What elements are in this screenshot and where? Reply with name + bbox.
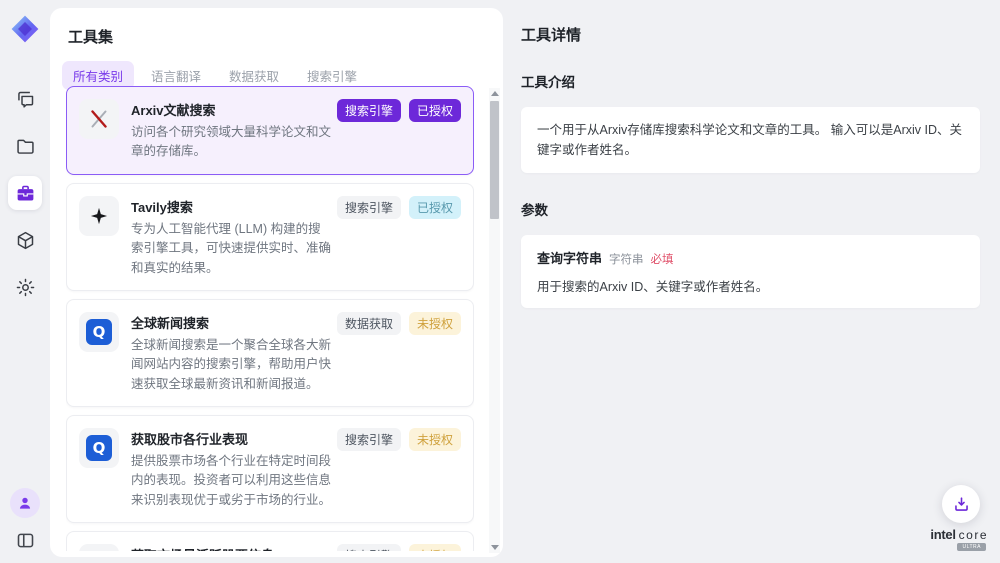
- folder-icon: [15, 136, 36, 157]
- auth-status-badge: 未授权: [409, 544, 461, 551]
- param-required-flag: 必填: [651, 251, 674, 267]
- intel-core-logo: intel core ultra: [930, 527, 988, 551]
- tool-name: 全球新闻搜索: [131, 313, 333, 332]
- panel-toggle[interactable]: [15, 530, 36, 551]
- tool-card[interactable]: Q 获取市场最活跃股票信息 提供当天交易量最高的股票列表，投资者可以利用这些信息…: [66, 531, 474, 551]
- category-badge: 搜索引擎: [337, 544, 401, 551]
- auth-status-badge: 已授权: [409, 99, 461, 122]
- tool-card[interactable]: Arxiv文献搜索 访问各个研究领域大量科学论文和文章的存储库。 搜索引擎 已授…: [66, 86, 474, 175]
- download-button[interactable]: [942, 485, 980, 523]
- tool-name: 获取股市各行业表现: [131, 429, 333, 448]
- tool-detail-panel: 工具详情 工具介绍 一个用于从Arxiv存储库搜索科学论文和文章的工具。 输入可…: [503, 0, 1000, 563]
- category-badge: 搜索引擎: [337, 428, 401, 451]
- tool-card[interactable]: Q 获取股市各行业表现 提供股票市场各个行业在特定时间段内的表现。投资者可以利用…: [66, 415, 474, 523]
- tool-list-panel: 工具集 所有类别语言翻译数据获取搜索引擎 Arxiv文献搜索 访问各个研究领域大…: [50, 8, 503, 557]
- blue-q-icon: Q: [79, 544, 119, 551]
- scroll-down-arrow-icon[interactable]: [491, 545, 499, 550]
- page-title: 工具集: [68, 26, 503, 47]
- auth-status-badge: 未授权: [409, 428, 461, 451]
- tool-description: 访问各个研究领域大量科学论文和文章的存储库。: [131, 123, 333, 162]
- person-icon: [16, 494, 34, 512]
- tool-name: Arxiv文献搜索: [131, 100, 333, 119]
- tool-name: Tavily搜索: [131, 197, 333, 216]
- auth-status-badge: 未授权: [409, 312, 461, 335]
- tool-name: 获取市场最活跃股票信息: [131, 545, 333, 551]
- param-type: 字符串: [609, 251, 644, 267]
- param-card: 查询字符串 字符串 必填 用于搜索的Arxiv ID、关键字或作者姓名。: [521, 235, 980, 308]
- intel-core-text: intel core: [930, 527, 988, 542]
- download-icon: [952, 495, 971, 514]
- intel-wordmark: intel: [930, 527, 955, 542]
- tool-card[interactable]: Q 全球新闻搜索 全球新闻搜索是一个聚合全球各大新闻网站内容的搜索引擎，帮助用户…: [66, 299, 474, 407]
- core-wordmark: core: [959, 528, 988, 542]
- auth-status-badge: 已授权: [409, 196, 461, 219]
- split-panel-icon: [15, 530, 36, 551]
- tool-badges: 搜索引擎 未授权: [337, 544, 461, 551]
- intro-card: 一个用于从Arxiv存储库搜索科学论文和文章的工具。 输入可以是Arxiv ID…: [521, 107, 980, 173]
- scroll-up-arrow-icon[interactable]: [491, 91, 499, 96]
- tool-badges: 搜索引擎 已授权: [337, 196, 461, 219]
- intro-heading: 工具介绍: [521, 71, 980, 91]
- rail-nav: [8, 82, 42, 304]
- toolbox-icon: [15, 183, 36, 204]
- tool-description: 专为人工智能代理 (LLM) 构建的搜索引擎工具，可快速提供实时、准确和真实的结…: [131, 220, 333, 278]
- user-avatar[interactable]: [10, 488, 40, 518]
- tool-list: Arxiv文献搜索 访问各个研究领域大量科学论文和文章的存储库。 搜索引擎 已授…: [66, 86, 474, 551]
- arxiv-icon: [79, 99, 119, 139]
- tool-card[interactable]: Tavily搜索 专为人工智能代理 (LLM) 构建的搜索引擎工具，可快速提供实…: [66, 183, 474, 291]
- param-description: 用于搜索的Arxiv ID、关键字或作者姓名。: [537, 276, 964, 295]
- blue-q-icon: Q: [79, 428, 119, 468]
- nav-rail: [0, 0, 50, 563]
- intro-text: 一个用于从Arxiv存储库搜索科学论文和文章的工具。 输入可以是Arxiv ID…: [537, 120, 964, 160]
- cube-icon: [15, 230, 36, 251]
- list-scrollbar[interactable]: [489, 88, 500, 553]
- tavily-star-icon: [79, 196, 119, 236]
- params-heading: 参数: [521, 199, 980, 219]
- sidebar-item-chat[interactable]: [8, 82, 42, 116]
- sidebar-item-settings[interactable]: [8, 270, 42, 304]
- chat-icon: [15, 89, 36, 110]
- blue-q-icon: Q: [79, 312, 119, 352]
- app-logo[interactable]: [10, 14, 40, 44]
- tool-description: 全球新闻搜索是一个聚合全球各大新闻网站内容的搜索引擎，帮助用户快速获取全球最新资…: [131, 336, 333, 394]
- scrollbar-thumb[interactable]: [490, 101, 499, 219]
- category-badge: 搜索引擎: [337, 99, 401, 122]
- tool-description: 提供股票市场各个行业在特定时间段内的表现。投资者可以利用这些信息来识别表现优于或…: [131, 452, 333, 510]
- tool-badges: 搜索引擎 未授权: [337, 428, 461, 451]
- sidebar-item-cube[interactable]: [8, 223, 42, 257]
- category-badge: 数据获取: [337, 312, 401, 335]
- logo-gem-icon: [10, 14, 40, 44]
- sidebar-item-toolbox[interactable]: [8, 176, 42, 210]
- tool-badges: 搜索引擎 已授权: [337, 99, 461, 122]
- rail-bottom: [10, 488, 40, 551]
- param-name: 查询字符串: [537, 248, 602, 267]
- sidebar-item-folder[interactable]: [8, 129, 42, 163]
- tool-badges: 数据获取 未授权: [337, 312, 461, 335]
- category-badge: 搜索引擎: [337, 196, 401, 219]
- ultra-badge: ultra: [957, 543, 986, 551]
- detail-title: 工具详情: [521, 24, 980, 45]
- param-header: 查询字符串 字符串 必填: [537, 248, 964, 267]
- settings-icon: [15, 277, 36, 298]
